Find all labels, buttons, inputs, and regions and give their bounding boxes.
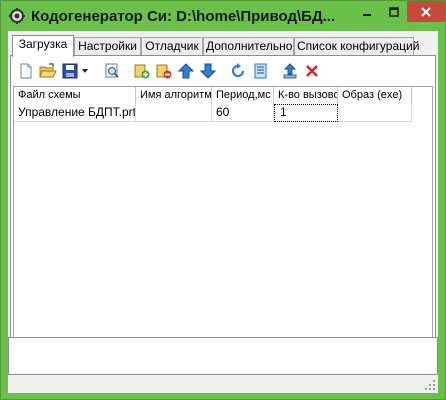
open-folder-icon — [39, 63, 57, 78]
window-title: Кодогенератор Си: D:\home\Привод\БД... — [31, 8, 336, 25]
delete-button[interactable] — [301, 60, 323, 82]
cell-scheme-file[interactable]: Управление БДПТ.prt — [14, 104, 136, 122]
upload-button[interactable] — [279, 60, 301, 82]
list-button[interactable] — [249, 60, 271, 82]
maximize-button[interactable] — [380, 1, 407, 22]
tab-load[interactable]: Загрузка — [12, 35, 74, 57]
tab-strip: Загрузка Настройки Отладчик Дополнительн… — [10, 35, 436, 57]
app-window: Кодогенератор Си: D:\home\Привод\БД... З… — [0, 0, 446, 400]
save-button[interactable] — [59, 60, 81, 82]
log-panel[interactable] — [8, 337, 438, 375]
toolbar-separator — [96, 62, 97, 80]
move-up-icon — [178, 63, 194, 79]
minimize-button[interactable] — [353, 1, 380, 22]
tab-config-list[interactable]: Список конфигураций — [294, 37, 419, 56]
toolbar-separator — [222, 62, 223, 80]
column-header-exe-image[interactable]: Образ (exe) — [338, 87, 412, 104]
toolbar-separator — [274, 62, 275, 80]
column-header-call-count[interactable]: К-во вызовов — [274, 87, 338, 104]
toolbar — [13, 58, 433, 84]
column-header-period[interactable]: Период,мс — [212, 87, 274, 104]
resize-grip-icon[interactable] — [425, 380, 436, 391]
new-document-icon — [20, 63, 32, 79]
maximize-icon — [388, 6, 399, 17]
table-row[interactable]: Управление БДПТ.prt 60 1 — [14, 104, 412, 122]
preview-icon — [105, 63, 119, 78]
client-area: Загрузка Настройки Отладчик Дополнительн… — [8, 31, 438, 393]
minimize-icon — [362, 13, 371, 16]
remove-item-icon — [156, 64, 172, 79]
save-dropdown-button[interactable] — [79, 60, 91, 82]
title-bar[interactable]: Кодогенератор Си: D:\home\Привод\БД... — [1, 1, 445, 31]
tab-additional[interactable]: Дополнительно — [203, 37, 294, 56]
dropdown-arrow-icon — [82, 69, 88, 73]
save-disk-icon — [62, 63, 78, 79]
gear-app-icon[interactable] — [9, 8, 25, 24]
status-bar — [8, 377, 438, 393]
cell-exe-image[interactable] — [338, 104, 412, 122]
toolbar-separator — [126, 62, 127, 80]
column-header-scheme-file[interactable]: Файл схемы — [14, 87, 136, 104]
cell-period[interactable]: 60 — [212, 104, 274, 122]
refresh-button[interactable] — [227, 60, 249, 82]
column-header-algorithm-name[interactable]: Имя алгоритма — [136, 87, 212, 104]
cell-call-count[interactable]: 1 — [274, 104, 338, 122]
move-down-icon — [200, 63, 216, 79]
open-button[interactable] — [37, 60, 59, 82]
add-button[interactable] — [131, 60, 153, 82]
move-down-button[interactable] — [197, 60, 219, 82]
close-button[interactable] — [407, 1, 445, 22]
new-button[interactable] — [15, 60, 37, 82]
add-item-icon — [134, 64, 150, 79]
list-icon — [254, 63, 267, 79]
remove-button[interactable] — [153, 60, 175, 82]
close-icon — [421, 6, 431, 17]
load-tab-panel: Файл схемы Имя алгоритма Период,мс К-во … — [10, 55, 436, 357]
tab-debugger[interactable]: Отладчик — [141, 37, 203, 56]
schemes-table[interactable]: Файл схемы Имя алгоритма Период,мс К-во … — [13, 86, 433, 354]
preview-button[interactable] — [101, 60, 123, 82]
delete-icon — [306, 65, 318, 77]
cell-algorithm-name[interactable] — [136, 104, 212, 122]
refresh-icon — [231, 63, 245, 78]
tab-settings[interactable]: Настройки — [74, 37, 141, 56]
upload-icon — [283, 63, 297, 79]
move-up-button[interactable] — [175, 60, 197, 82]
table-header: Файл схемы Имя алгоритма Период,мс К-во … — [14, 87, 412, 104]
